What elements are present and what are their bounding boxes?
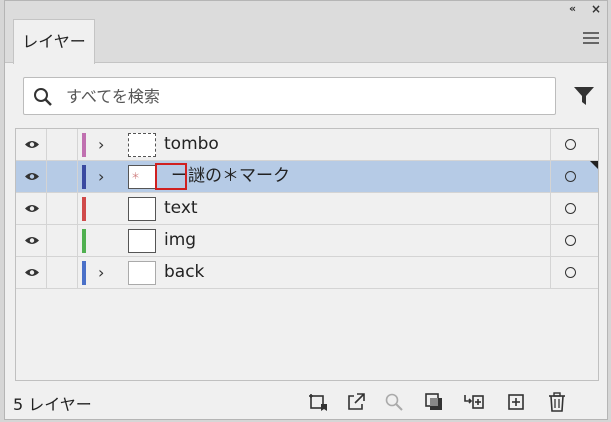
target-toggle[interactable] (550, 129, 598, 160)
collect-export-icon (309, 394, 327, 411)
layer-thumbnail (128, 229, 156, 253)
target-circle-icon (565, 203, 576, 214)
visibility-toggle[interactable] (16, 193, 47, 224)
layer-thumbnail (128, 133, 156, 157)
search-box[interactable] (23, 77, 556, 115)
search-input[interactable] (66, 82, 546, 110)
annotation-highlight-box (155, 163, 187, 190)
layer-name[interactable]: ー謎の＊マーク (171, 161, 290, 192)
layer-list: › tombo › ＊ ー謎の＊マーク text img › back (15, 128, 599, 381)
layer-row-mark[interactable]: › ＊ ー謎の＊マーク (16, 161, 598, 193)
search-icon (34, 88, 52, 106)
layer-name[interactable]: img (164, 225, 196, 256)
layer-name[interactable]: tombo (164, 129, 219, 160)
new-sublayer-icon (464, 395, 484, 409)
close-icon[interactable]: × (589, 2, 603, 16)
lock-toggle[interactable] (47, 225, 78, 256)
export-icon (348, 393, 365, 410)
eye-icon (25, 205, 39, 212)
layer-row-back[interactable]: › back (16, 257, 598, 289)
target-toggle[interactable] (550, 257, 598, 288)
target-circle-icon (565, 267, 576, 278)
layer-thumbnail: ＊ (128, 165, 156, 189)
panel-footer: 5 レイヤー (5, 385, 607, 419)
target-circle-icon (565, 171, 576, 182)
target-toggle[interactable] (550, 161, 598, 192)
layer-color-bar (82, 133, 86, 157)
visibility-toggle[interactable] (16, 161, 47, 192)
layer-count: 5 レイヤー (13, 395, 92, 414)
layer-row-text[interactable]: text (16, 193, 598, 225)
add-layer-icon (508, 394, 524, 410)
eye-icon (25, 173, 39, 180)
eye-icon (25, 269, 39, 276)
lock-toggle[interactable] (47, 129, 78, 160)
export-button[interactable] (345, 391, 367, 413)
layer-name[interactable]: back (164, 257, 204, 288)
tab-bar: レイヤー (5, 19, 607, 64)
search-disabled-icon (385, 393, 403, 411)
delete-layer-button[interactable] (546, 391, 568, 413)
filter-icon[interactable] (573, 85, 595, 107)
visibility-toggle[interactable] (16, 225, 47, 256)
layer-color-bar (82, 165, 86, 189)
clipping-mask-button[interactable] (423, 391, 445, 413)
new-layer-button[interactable] (505, 391, 527, 413)
lock-toggle[interactable] (47, 257, 78, 288)
layer-row-img[interactable]: img (16, 225, 598, 257)
panel-menu-icon[interactable] (583, 32, 599, 46)
chevron-right-icon[interactable]: › (98, 135, 110, 155)
panel-title-strip: « × (5, 1, 607, 19)
selection-corner-icon (590, 161, 598, 169)
lock-toggle[interactable] (47, 193, 78, 224)
target-circle-icon (565, 139, 576, 150)
tab-layers[interactable]: レイヤー (13, 19, 95, 64)
trash-icon (549, 392, 565, 412)
layer-color-bar (82, 197, 86, 221)
locate-object-button[interactable] (383, 391, 405, 413)
visibility-toggle[interactable] (16, 257, 47, 288)
eye-icon (25, 237, 39, 244)
layer-color-bar (82, 261, 86, 285)
chevron-right-icon[interactable]: › (98, 263, 110, 283)
target-toggle[interactable] (550, 225, 598, 256)
layer-thumbnail (128, 261, 156, 285)
layer-row-tombo[interactable]: › tombo (16, 129, 598, 161)
layers-panel: « × レイヤー › tombo (4, 0, 608, 420)
eye-icon (25, 141, 39, 148)
target-toggle[interactable] (550, 193, 598, 224)
chevron-right-icon[interactable]: › (98, 167, 110, 187)
lock-toggle[interactable] (47, 161, 78, 192)
collect-for-export-button[interactable] (307, 391, 329, 413)
target-circle-icon (565, 235, 576, 246)
new-sublayer-button[interactable] (463, 391, 485, 413)
asterisk-mark-icon: ＊ (131, 172, 141, 182)
collapse-icon[interactable]: « (569, 2, 585, 16)
layer-color-bar (82, 229, 86, 253)
layer-thumbnail (128, 197, 156, 221)
layer-name[interactable]: text (164, 193, 198, 224)
visibility-toggle[interactable] (16, 129, 47, 160)
clipping-mask-icon (425, 393, 442, 410)
